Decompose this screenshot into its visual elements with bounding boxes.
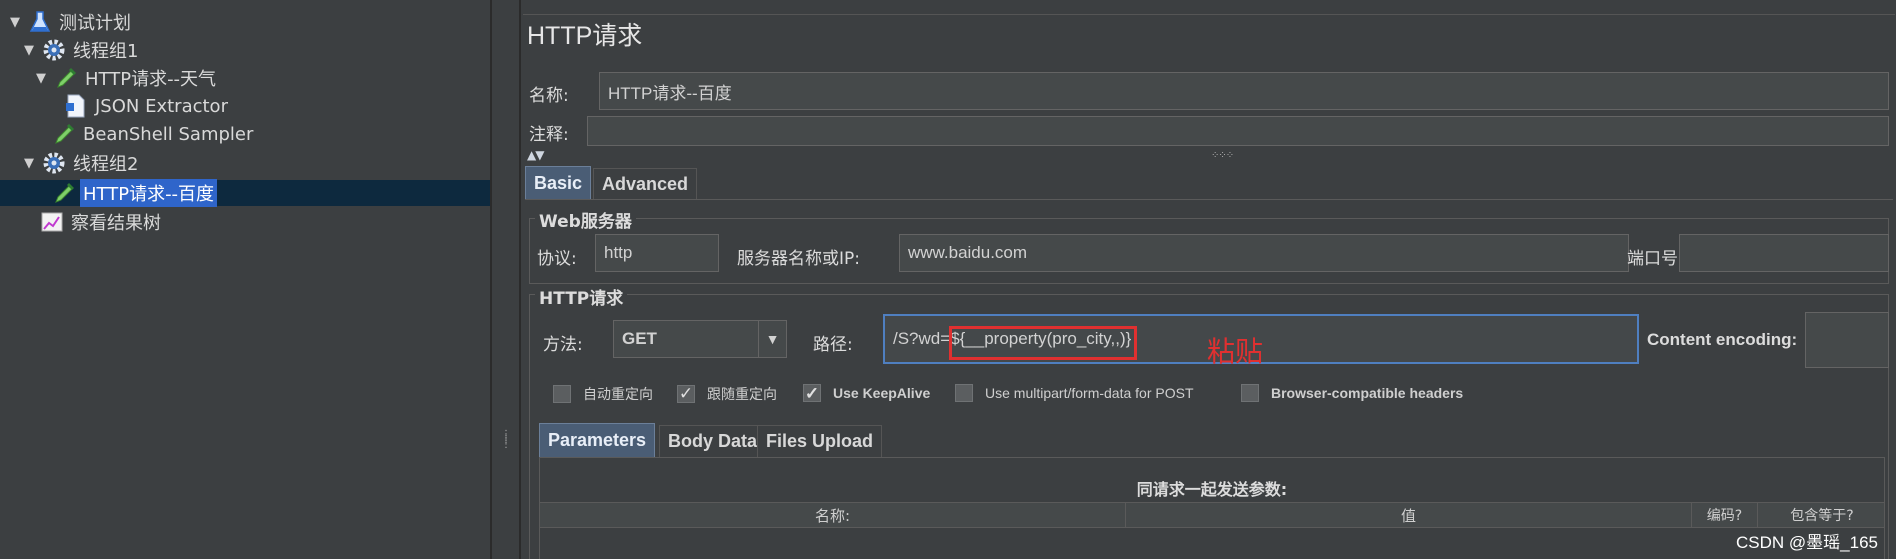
tree-item-label: HTTP请求--天气 <box>85 69 217 90</box>
checkbox-checked[interactable]: ✓ <box>803 384 821 402</box>
option-label: 自动重定向 <box>583 387 653 403</box>
gear-icon <box>42 151 66 175</box>
column-header-include-equals[interactable]: 包含等于? <box>1758 503 1886 527</box>
grip-icon: ⋮ ⋮ ⋮ <box>501 429 511 450</box>
column-header-value[interactable]: 值 <box>1126 503 1692 527</box>
option-follow-redirect[interactable]: ✓ 跟随重定向 <box>677 384 777 404</box>
tree-item-view-results-tree[interactable]: 察看结果树 <box>36 209 164 235</box>
document-icon <box>64 94 88 118</box>
split-pane-divider[interactable]: ⋮ ⋮ ⋮ <box>492 0 520 559</box>
collapse-arrows-icon[interactable]: ▲▼ <box>527 148 544 162</box>
tree-item-thread-group-1[interactable]: ▼ 线程组1 <box>20 37 141 63</box>
option-label: Use multipart/form-data for POST <box>985 385 1194 401</box>
paste-annotation: 粘贴 <box>1207 335 1264 368</box>
parameters-caption: 同请求一起发送参数: <box>1136 480 1288 499</box>
tree-item-test-plan[interactable]: ▼ 测试计划 <box>6 9 134 35</box>
content-encoding-field[interactable] <box>1805 312 1889 368</box>
tab-strip-border <box>525 199 1893 200</box>
tab-parameters[interactable]: Parameters <box>539 423 656 457</box>
expand-arrow-icon[interactable]: ▼ <box>20 43 38 58</box>
panel-title: HTTP请求 <box>527 22 643 50</box>
name-label: 名称: <box>529 86 569 106</box>
pipette-icon <box>52 181 76 205</box>
expand-arrow-icon[interactable]: ▼ <box>32 71 50 86</box>
option-browser-headers[interactable]: Browser-compatible headers <box>1241 384 1463 402</box>
expand-arrow-icon[interactable]: ▼ <box>6 15 24 30</box>
tree-item-label: BeanShell Sampler <box>83 123 254 145</box>
tree-item-beanshell-sampler[interactable]: BeanShell Sampler <box>48 121 256 147</box>
tree-item-http-weather[interactable]: ▼ HTTP请求--天气 <box>32 65 219 91</box>
content-encoding-label: Content encoding: <box>1647 330 1798 349</box>
dropdown-arrow-icon[interactable]: ▼ <box>758 321 786 357</box>
tree-item-json-extractor[interactable]: JSON Extractor <box>60 93 231 119</box>
port-field[interactable] <box>1679 234 1889 272</box>
server-label: 服务器名称或IP: <box>737 249 860 269</box>
tree-item-label: JSON Extractor <box>95 95 228 117</box>
checkbox-checked[interactable]: ✓ <box>677 385 695 403</box>
path-prefix-text: /S?wd= <box>893 329 951 348</box>
protocol-field[interactable]: http <box>595 234 719 272</box>
option-label: Use KeepAlive <box>833 385 931 401</box>
method-value: GET <box>622 329 657 348</box>
option-label: 跟随重定向 <box>707 387 777 403</box>
path-label: 路径: <box>813 335 853 355</box>
port-label: 端口号: <box>1627 249 1684 269</box>
highlight-box <box>949 326 1137 360</box>
tab-files-upload[interactable]: Files Upload <box>757 425 883 457</box>
server-field[interactable]: www.baidu.com <box>899 234 1629 272</box>
test-plan-tree: ▼ 测试计划 ▼ 线程组1 ▼ HTTP请求--天气 JSON Extracto… <box>0 0 492 559</box>
tab-basic[interactable]: Basic <box>525 166 592 200</box>
http-request-group-title: HTTP请求 <box>535 284 628 309</box>
tab-advanced[interactable]: Advanced <box>593 168 698 200</box>
pipette-icon <box>54 66 78 90</box>
method-label: 方法: <box>543 335 583 355</box>
column-header-name[interactable]: 名称: <box>540 503 1126 527</box>
resize-handle-icon[interactable]: ⁘⁘⁘ <box>1211 150 1234 161</box>
protocol-label: 协议: <box>537 249 577 269</box>
expand-arrow-icon[interactable]: ▼ <box>20 156 38 171</box>
tree-item-label: HTTP请求--百度 <box>80 179 218 207</box>
parameters-header-row: 名称: 值 编码? 包含等于? <box>540 502 1884 528</box>
name-field[interactable]: HTTP请求--百度 <box>599 72 1889 110</box>
method-select[interactable]: GET ▼ <box>613 320 787 358</box>
column-header-encode[interactable]: 编码? <box>1692 503 1758 527</box>
tree-item-http-baidu[interactable]: HTTP请求--百度 <box>0 179 490 207</box>
tree-item-label: 察看结果树 <box>71 213 161 234</box>
option-auto-redirect[interactable]: 自动重定向 <box>553 384 653 404</box>
parameters-table: 同请求一起发送参数: 名称: 值 编码? 包含等于? <box>539 457 1885 559</box>
tree-item-thread-group-2[interactable]: ▼ 线程组2 <box>20 150 141 176</box>
gear-icon <box>42 38 66 62</box>
pipette-icon <box>52 122 76 146</box>
chart-icon <box>40 210 64 234</box>
http-request-panel: HTTP请求 名称: HTTP请求--百度 注释: ▲▼ ⁘⁘⁘ Basic A… <box>520 0 1896 559</box>
option-label: Browser-compatible headers <box>1271 385 1464 401</box>
tree-item-label: 测试计划 <box>59 13 131 34</box>
checkbox[interactable] <box>955 384 973 402</box>
csdn-watermark: CSDN @墨瑶_165 <box>1736 533 1878 552</box>
checkbox[interactable] <box>1241 384 1259 402</box>
tree-item-label: 线程组1 <box>73 41 139 62</box>
web-server-group-title: Web服务器 <box>535 207 636 232</box>
tab-body-data[interactable]: Body Data <box>659 425 767 457</box>
checkbox[interactable] <box>553 385 571 403</box>
option-multipart[interactable]: Use multipart/form-data for POST <box>955 384 1194 402</box>
comment-field[interactable] <box>587 116 1889 146</box>
tree-item-label: 线程组2 <box>73 154 139 175</box>
option-keepalive[interactable]: ✓ Use KeepAlive <box>803 384 930 402</box>
comment-label: 注释: <box>529 125 569 145</box>
flask-icon <box>28 10 52 34</box>
